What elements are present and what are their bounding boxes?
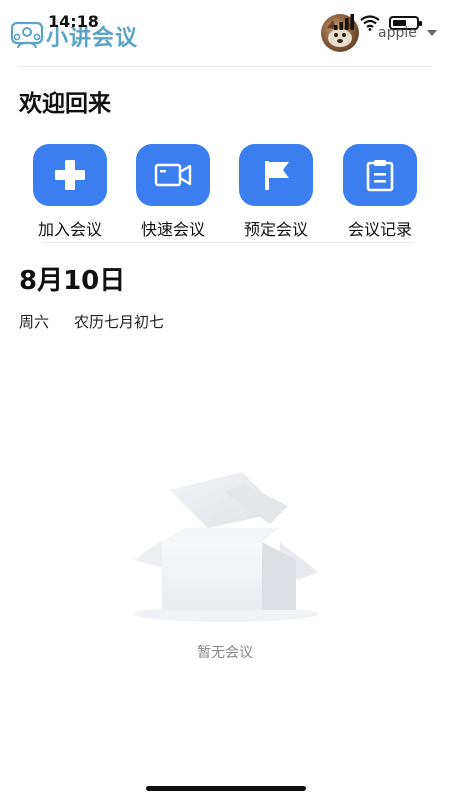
schedule-meeting-tile[interactable] xyxy=(239,144,313,206)
actions-divider xyxy=(42,242,414,243)
join-meeting-label: 加入会议 xyxy=(37,220,102,239)
join-meeting-button[interactable]: 加入会议 xyxy=(17,144,107,240)
plus-icon xyxy=(55,160,85,190)
weekday-label: 周六 xyxy=(19,313,50,331)
signal-icon xyxy=(334,14,354,30)
meeting-records-button[interactable]: 会议记录 xyxy=(327,144,417,240)
video-camera-icon xyxy=(154,163,192,187)
meeting-people-icon xyxy=(10,21,44,49)
user-name[interactable]: apple xyxy=(378,25,417,41)
wifi-icon xyxy=(360,15,380,31)
meeting-records-tile[interactable] xyxy=(343,144,417,206)
empty-box-icon xyxy=(134,472,318,622)
home-indicator[interactable] xyxy=(146,786,306,791)
date-heading: 8月10日 xyxy=(19,266,126,296)
chevron-down-icon[interactable] xyxy=(427,30,437,36)
status-time: 14:18 xyxy=(48,12,99,31)
join-meeting-tile[interactable] xyxy=(33,144,107,206)
quick-actions: 加入会议 快速会议 预定会议 会议记录 xyxy=(0,144,450,240)
quick-meeting-label: 快速会议 xyxy=(140,220,205,239)
quick-meeting-tile[interactable] xyxy=(136,144,210,206)
quick-meeting-button[interactable]: 快速会议 xyxy=(120,144,210,240)
header-divider xyxy=(18,66,432,67)
flag-icon xyxy=(265,161,289,190)
meeting-records-label: 会议记录 xyxy=(347,220,412,239)
schedule-meeting-label: 预定会议 xyxy=(243,220,308,239)
empty-state-text: 暂无会议 xyxy=(197,645,253,661)
clipboard-icon xyxy=(366,160,394,192)
schedule-meeting-button[interactable]: 预定会议 xyxy=(223,144,313,240)
top-bar: 小讲会议 14:18 apple xyxy=(0,0,450,66)
welcome-title: 欢迎回来 xyxy=(19,91,111,117)
lunar-date-label: 农历七月初七 xyxy=(74,313,165,331)
